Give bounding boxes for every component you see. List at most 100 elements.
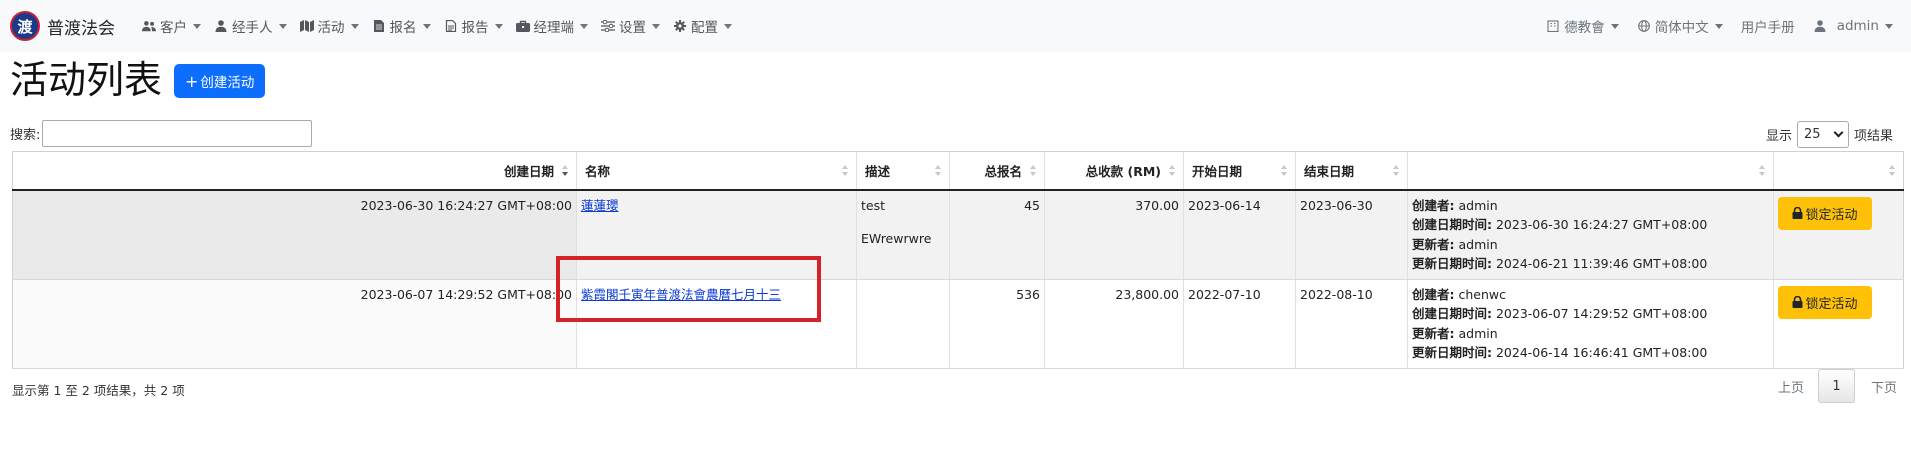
menu-reports[interactable]: 报告 (444, 16, 503, 36)
file-text-icon (445, 20, 456, 32)
created-datetime-value: 2023-06-07 14:29:52 GMT+08:00 (1495, 306, 1708, 321)
cell-total-registrations: 45 (949, 189, 1045, 280)
language-label: 简体中文 (1654, 20, 1709, 36)
chevron-down-icon (724, 23, 732, 29)
brand[interactable]: 渡 普渡法会 (10, 11, 115, 41)
col-header-label: 总收款 (RM) (1085, 163, 1161, 179)
cell-total-amount: 370.00 (1044, 189, 1184, 280)
col-total-amount[interactable]: 总收款 (RM) (1044, 151, 1184, 191)
briefcase-icon (515, 20, 530, 32)
pagination-next[interactable]: 下页 (1871, 377, 1897, 396)
col-meta[interactable] (1407, 151, 1774, 191)
menu-customers[interactable]: 客户 (142, 16, 201, 36)
gear-icon (674, 20, 686, 32)
col-header-label: 开始日期 (1192, 163, 1243, 179)
cell-total-registrations: 536 (949, 279, 1045, 369)
creator-value: admin (1458, 197, 1498, 213)
lock-event-label: 锁定活动 (1805, 296, 1858, 312)
created-datetime-value: 2023-06-30 16:24:27 GMT+08:00 (1495, 217, 1708, 232)
cell-start-date: 2023-06-14 (1183, 189, 1296, 280)
col-header-label: 名称 (585, 163, 611, 179)
table-info: 显示第 1 至 2 项结果，共 2 项 (12, 383, 185, 398)
user-menu[interactable]: admin (1813, 18, 1893, 34)
events-table-wrapper: 创建日期 名称 描述 总报名 总收款 (RM) 开始日期 结束日期 2023-0… (12, 151, 1904, 369)
updater-label: 更新者: (1412, 325, 1455, 341)
lock-event-label: 锁定活动 (1805, 207, 1858, 223)
sort-icon (1169, 165, 1175, 177)
sort-icon (1759, 165, 1765, 177)
menu-config-label: 配置 (691, 20, 718, 36)
users-icon (142, 21, 156, 32)
table-row: 2023-06-07 14:29:52 GMT+08:00 紫霞閣壬寅年普渡法會… (12, 279, 1904, 369)
chevron-down-icon (350, 23, 359, 29)
sort-icon (1889, 165, 1895, 177)
file-icon (373, 20, 384, 32)
highlight-annotation-box (556, 256, 821, 322)
menu-agents[interactable]: 经手人 (214, 16, 287, 36)
pagination-prev[interactable]: 上页 (1778, 377, 1804, 396)
col-name[interactable]: 名称 (576, 151, 857, 191)
globe-icon (1637, 20, 1650, 32)
search-input[interactable] (42, 120, 313, 147)
cell-meta: 创建者: admin 创建日期时间: 2023-06-30 16:24:27 G… (1407, 189, 1774, 280)
creator-value: chenwc (1458, 286, 1506, 302)
menu-registrations-label: 报名 (389, 20, 417, 36)
chevron-down-icon (193, 23, 201, 29)
col-header-label: 描述 (865, 163, 891, 179)
language-switcher[interactable]: 简体中文 (1637, 16, 1723, 36)
col-actions[interactable] (1773, 151, 1904, 191)
org-label: 德教會 (1564, 20, 1605, 36)
col-end-date[interactable]: 结束日期 (1295, 151, 1408, 191)
updated-datetime-value: 2024-06-14 16:46:41 GMT+08:00 (1495, 345, 1708, 360)
col-start-date[interactable]: 开始日期 (1183, 151, 1296, 191)
updater-value: admin (1458, 236, 1498, 252)
col-created-date[interactable]: 创建日期 (12, 151, 577, 191)
col-header-label: 总报名 (984, 163, 1022, 179)
chevron-down-icon (278, 23, 287, 29)
cell-created-date: 2023-06-30 16:24:27 GMT+08:00 (12, 189, 577, 280)
col-total-registrations[interactable]: 总报名 (949, 151, 1045, 191)
lock-event-button[interactable]: 锁定活动 (1778, 196, 1872, 230)
col-description[interactable]: 描述 (856, 151, 950, 191)
chevron-down-icon (1833, 127, 1844, 138)
sort-desc-icon (562, 165, 568, 177)
map-icon (299, 20, 314, 32)
description-line: EWrewrwre (861, 231, 932, 246)
table-header-row: 创建日期 名称 描述 总报名 总收款 (RM) 开始日期 结束日期 (12, 151, 1904, 191)
org-switcher[interactable]: 德教會 (1546, 16, 1619, 36)
length-suffix: 项结果 (1853, 129, 1893, 144)
menu-settings[interactable]: 设置 (601, 16, 660, 36)
menu-config[interactable]: 配置 (673, 16, 732, 36)
nav-right: 德教會 简体中文 用户手册 admin (1546, 0, 1911, 52)
updater-label: 更新者: (1412, 236, 1455, 252)
menu-events[interactable]: 活动 (299, 16, 359, 36)
chevron-down-icon (1714, 23, 1723, 29)
page-length-select[interactable]: 25 (1796, 121, 1849, 148)
cell-description: test EWrewrwre (856, 189, 950, 280)
sliders-icon (601, 20, 615, 32)
pagination-page-current[interactable]: 1 (1817, 369, 1855, 403)
menu-settings-label: 设置 (619, 20, 646, 36)
creator-label: 创建者: (1412, 197, 1455, 213)
col-header-label: 结束日期 (1304, 163, 1355, 179)
length-prefix: 显示 (1765, 129, 1792, 144)
page-length-value: 25 (1803, 127, 1821, 142)
search-row: 搜索: (10, 120, 313, 147)
lock-event-button[interactable]: 锁定活动 (1778, 285, 1872, 319)
main-menu: 客户 经手人 活动 报名 报告 经理端 设置 配置 (142, 16, 745, 36)
menu-registrations[interactable]: 报名 (372, 16, 431, 36)
user-manual-label: 用户手册 (1740, 20, 1795, 36)
sort-icon (1281, 165, 1287, 177)
created-datetime-label: 创建日期时间: (1412, 306, 1492, 321)
chevron-down-icon (422, 23, 431, 29)
page-length-control: 显示 25 项结果 (1766, 121, 1893, 148)
menu-manager[interactable]: 经理端 (515, 16, 588, 36)
event-name-link[interactable]: 蓮蓮瓔 (581, 198, 619, 213)
user-name: admin (1836, 18, 1879, 34)
building-icon (1547, 20, 1559, 32)
chevron-down-icon (580, 23, 588, 29)
brand-logo: 渡 (10, 11, 40, 41)
user-manual-link[interactable]: 用户手册 (1741, 16, 1795, 36)
sort-icon (842, 165, 848, 177)
create-event-button[interactable]: + 创建活动 (174, 64, 266, 98)
